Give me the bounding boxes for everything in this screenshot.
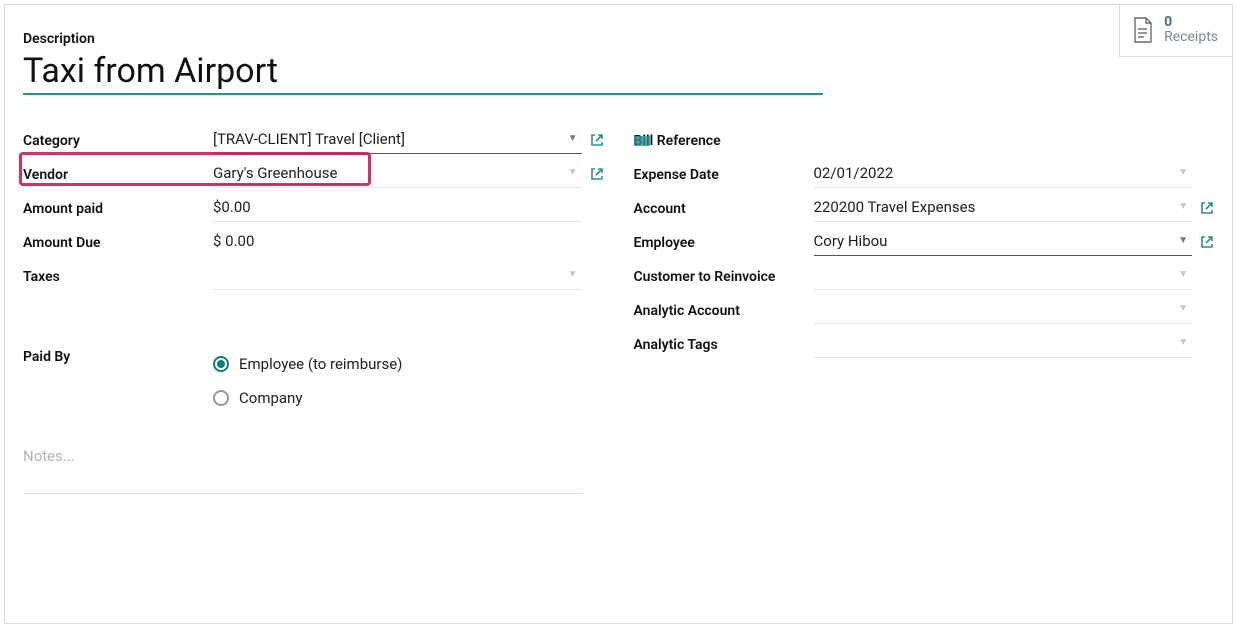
customer-reinvoice-label: Customer to Reinvoice [634, 267, 814, 285]
amount-paid-value: $0.00 [213, 196, 582, 218]
notes-section [23, 441, 583, 498]
bill-reference-label: Bill Reference [634, 131, 814, 149]
category-select[interactable]: [TRAV-CLIENT] Travel [Client] ▼ [213, 126, 582, 154]
paid-by-radio-group: Employee (to reimburse) Company [213, 347, 402, 417]
amount-paid-field[interactable]: $0.00 [213, 194, 582, 222]
taxes-row: Taxes ▼ [23, 259, 604, 293]
vendor-value: Gary's Greenhouse [213, 162, 564, 184]
vendor-row: Vendor Gary's Greenhouse ▼ [23, 157, 604, 191]
analytic-tags-select[interactable]: ▼ [814, 330, 1193, 358]
analytic-tags-row: Analytic Tags ▼ [634, 327, 1215, 361]
notes-input[interactable] [23, 441, 583, 494]
chevron-down-icon: ▼ [564, 133, 582, 144]
description-input[interactable] [23, 51, 823, 95]
chevron-down-icon: ▼ [564, 167, 582, 178]
expense-date-row: Expense Date 02/01/2022 ▼ [634, 157, 1215, 191]
analytic-account-label: Analytic Account [634, 301, 814, 319]
paid-by-company-option[interactable]: Company [213, 383, 402, 413]
account-row: Account 220200 Travel Expenses ▼ [634, 191, 1215, 225]
form-body: Description Category [TRAV-CLIENT] Trave… [5, 5, 1232, 508]
chevron-down-icon: ▼ [564, 269, 582, 280]
bill-ref-highlight-icon [634, 136, 650, 146]
paid-by-employee-label: Employee (to reimburse) [239, 355, 402, 373]
amount-paid-row: Amount paid $0.00 [23, 191, 604, 225]
external-link-icon[interactable] [1200, 201, 1214, 215]
expense-date-label: Expense Date [634, 165, 814, 183]
customer-reinvoice-value [814, 273, 1175, 277]
amount-due-field: $ 0.00 [213, 228, 582, 256]
bill-reference-value [814, 137, 1215, 141]
account-value: 220200 Travel Expenses [814, 196, 1175, 218]
employee-value: Cory Hibou [814, 230, 1175, 252]
taxes-label: Taxes [23, 267, 213, 285]
account-select[interactable]: 220200 Travel Expenses ▼ [814, 194, 1193, 222]
bill-reference-input[interactable] [814, 126, 1215, 154]
bill-reference-row: Bill Reference [634, 123, 1215, 157]
paid-by-row: Paid By Employee (to reimburse) Company [23, 347, 604, 417]
form-sheet: 0 Receipts Description Category [TRAV-CL… [4, 4, 1233, 624]
amount-due-label: Amount Due [23, 233, 213, 251]
external-link-icon[interactable] [590, 133, 604, 147]
category-value: [TRAV-CLIENT] Travel [Client] [213, 128, 564, 150]
chevron-down-icon: ▼ [1174, 201, 1192, 212]
expense-form-page: 0 Receipts Description Category [TRAV-CL… [0, 0, 1237, 630]
right-column: Bill Reference Expense Date 02/01/2022 ▼ [634, 123, 1215, 498]
description-label: Description [23, 31, 1214, 47]
analytic-account-value [814, 307, 1175, 311]
paid-by-company-label: Company [239, 389, 302, 407]
receipts-button[interactable]: 0 Receipts [1119, 5, 1232, 57]
analytic-account-select[interactable]: ▼ [814, 296, 1193, 324]
expense-date-input[interactable]: 02/01/2022 ▼ [814, 160, 1193, 188]
document-icon [1132, 17, 1154, 43]
expense-date-value: 02/01/2022 [814, 162, 1175, 184]
chevron-down-icon: ▼ [1174, 337, 1192, 348]
analytic-tags-label: Analytic Tags [634, 335, 814, 353]
taxes-value [213, 273, 564, 277]
employee-row: Employee Cory Hibou ▼ [634, 225, 1215, 259]
receipts-text: 0 Receipts [1164, 15, 1218, 46]
radio-unchecked-icon [213, 390, 229, 406]
employee-select[interactable]: Cory Hibou ▼ [814, 228, 1193, 256]
vendor-select[interactable]: Gary's Greenhouse ▼ [213, 160, 582, 188]
chevron-down-icon: ▼ [1174, 303, 1192, 314]
external-link-icon[interactable] [1200, 235, 1214, 249]
employee-label: Employee [634, 233, 814, 251]
paid-by-employee-option[interactable]: Employee (to reimburse) [213, 349, 402, 379]
receipts-label: Receipts [1164, 29, 1218, 46]
chevron-down-icon: ▼ [1174, 167, 1192, 178]
chevron-down-icon: ▼ [1174, 269, 1192, 280]
vendor-label: Vendor [23, 165, 213, 183]
customer-reinvoice-row: Customer to Reinvoice ▼ [634, 259, 1215, 293]
amount-paid-label: Amount paid [23, 199, 213, 217]
radio-checked-icon [213, 356, 229, 372]
customer-reinvoice-select[interactable]: ▼ [814, 262, 1193, 290]
left-column: Category [TRAV-CLIENT] Travel [Client] ▼… [23, 123, 604, 498]
account-label: Account [634, 199, 814, 217]
analytic-tags-value [814, 341, 1175, 345]
chevron-down-icon: ▼ [1174, 235, 1192, 246]
taxes-select[interactable]: ▼ [213, 262, 582, 290]
category-row: Category [TRAV-CLIENT] Travel [Client] ▼ [23, 123, 604, 157]
amount-due-value: $ 0.00 [213, 230, 582, 252]
analytic-account-row: Analytic Account ▼ [634, 293, 1215, 327]
amount-due-row: Amount Due $ 0.00 [23, 225, 604, 259]
paid-by-label: Paid By [23, 347, 213, 365]
category-label: Category [23, 131, 213, 149]
receipts-count: 0 [1164, 15, 1218, 29]
external-link-icon[interactable] [590, 167, 604, 181]
